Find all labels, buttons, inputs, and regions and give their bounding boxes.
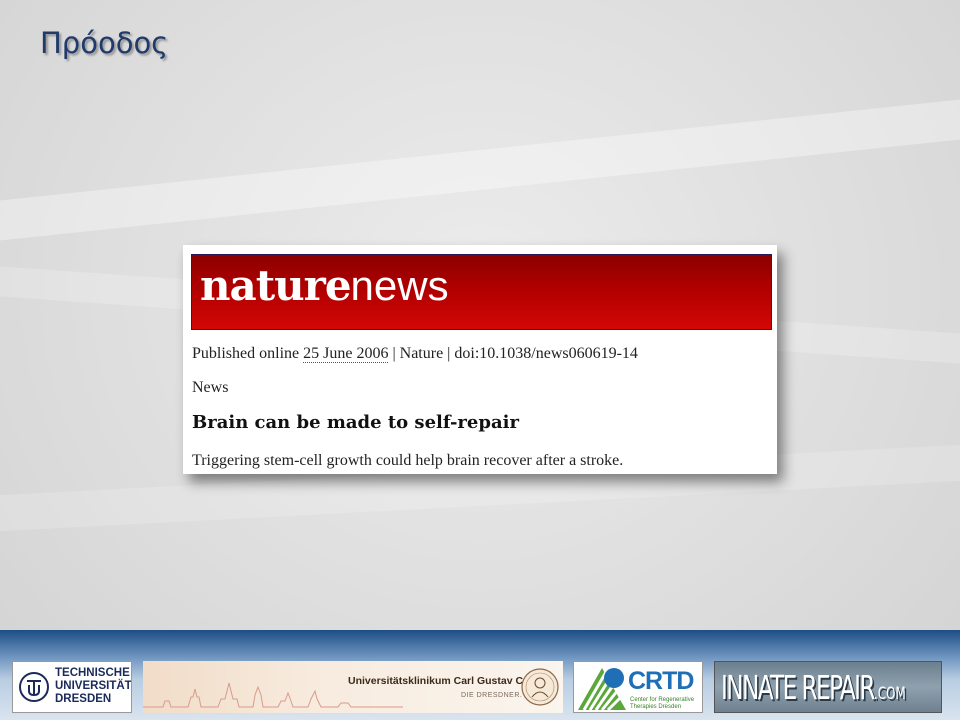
published-prefix: Published online (192, 345, 304, 362)
nature-news-banner: naturenews (191, 254, 772, 330)
crtd-wordmark: CRTD (628, 667, 694, 695)
published-date-link[interactable]: 25 June 2006 (303, 345, 389, 363)
carus-portrait-seal-icon (521, 668, 559, 706)
uniklinikum-name: Universitätsklinikum Carl Gustav Carus (348, 675, 546, 687)
slide-title: Πρόοδος (40, 26, 169, 60)
tu-dresden-emblem-icon (19, 672, 49, 702)
tu-dresden-logo: TECHNISCHE UNIVERSITÄT DRESDEN (12, 661, 132, 713)
crtd-subtitle-line-1: Center for Regenerative (630, 697, 695, 703)
article-headline: Brain can be made to self-repair (192, 412, 519, 433)
innate-repair-wordmark: INNATE REPAIR.COM (721, 668, 906, 712)
crtd-subtitle: Center for Regenerative Therapies Dresde… (630, 697, 694, 711)
article-standfirst: Triggering stem-cell growth could help b… (192, 452, 624, 469)
crtd-logo: CRTD Center for Regenerative Therapies D… (573, 661, 703, 713)
publication-meta: Published online 25 June 2006 | Nature |… (192, 345, 638, 363)
innate-repair-name: INNATE REPAIR (721, 668, 875, 707)
uniklinikum-dresden-logo: Universitätsklinikum Carl Gustav Carus D… (143, 661, 563, 713)
nature-news-logo: naturenews (200, 260, 449, 312)
crtd-emblem-icon (578, 668, 626, 712)
section-label: News (192, 379, 229, 396)
tu-line-2: UNIVERSITÄT (55, 680, 132, 692)
uniklinikum-tagline: DIE DRESDNER. (461, 692, 523, 699)
article-screenshot: naturenews Published online 25 June 2006… (183, 245, 777, 474)
innate-repair-suffix: .COM (873, 684, 906, 704)
published-suffix: | Nature | doi:10.1038/news060619-14 (388, 345, 638, 362)
logo-news: news (350, 262, 449, 309)
innate-repair-logo: INNATE REPAIR.COM (714, 661, 942, 713)
dresden-skyline-icon (143, 682, 403, 708)
crtd-subtitle-line-2: Therapies Dresden (630, 704, 682, 710)
tu-dresden-wordmark: TECHNISCHE UNIVERSITÄT DRESDEN (55, 667, 132, 706)
tu-line-3: DRESDEN (55, 693, 112, 705)
tu-line-1: TECHNISCHE (55, 667, 130, 679)
logo-nature: nature (200, 261, 352, 310)
